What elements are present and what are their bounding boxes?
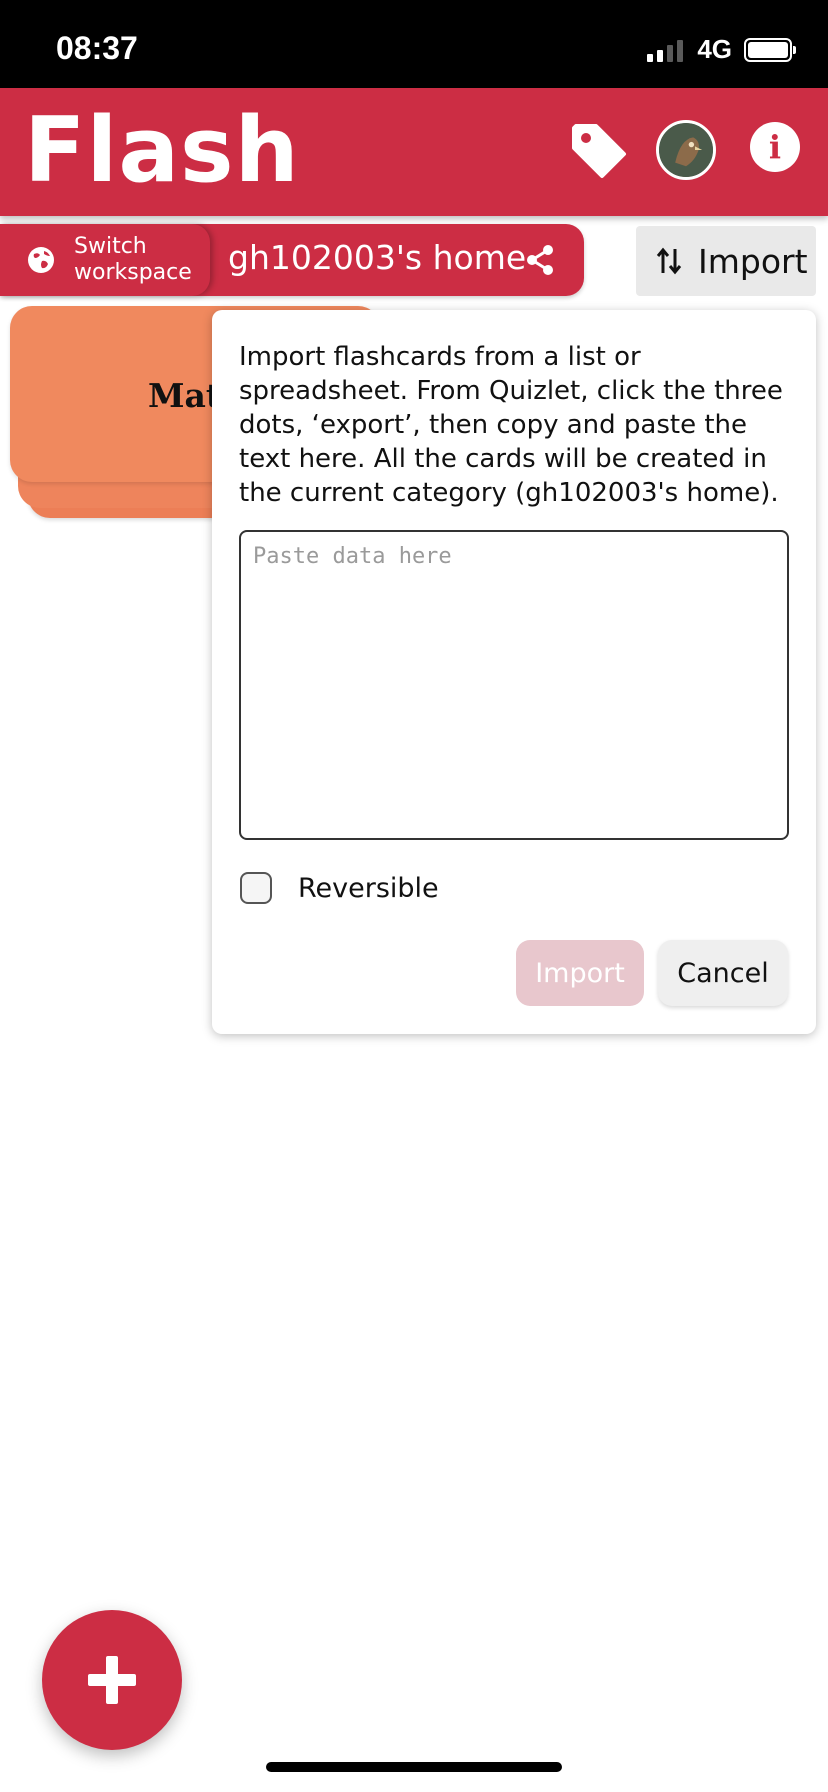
paste-data-input[interactable] — [239, 530, 789, 840]
add-card-button[interactable] — [42, 1610, 182, 1750]
workspace-name[interactable]: gh102003's home — [228, 238, 526, 277]
signal-icon — [647, 38, 684, 62]
workspace-pill: Switch workspace gh102003's home — [0, 224, 584, 296]
info-icon[interactable]: i — [750, 122, 800, 172]
reversible-option[interactable]: Reversible — [240, 872, 439, 904]
avatar[interactable] — [656, 120, 716, 180]
import-dialog: Import flashcards from a list or spreads… — [212, 310, 816, 1034]
home-indicator — [266, 1762, 562, 1772]
network-type: 4G — [697, 34, 732, 64]
flashcard-title: Mat — [148, 376, 222, 415]
swap-arrows-icon — [656, 247, 682, 275]
tag-icon[interactable] — [566, 118, 630, 182]
app-header: Flash i — [0, 88, 828, 216]
import-button[interactable]: Import — [636, 226, 816, 296]
toolbar: Switch workspace gh102003's home Import — [0, 224, 828, 300]
switch-workspace-label: Switch workspace — [74, 234, 192, 285]
app-title: Flash — [24, 98, 300, 203]
info-glyph: i — [768, 128, 782, 166]
reversible-label[interactable]: Reversible — [298, 873, 439, 904]
reversible-checkbox[interactable] — [240, 872, 272, 904]
status-indicators: 4G — [647, 34, 796, 65]
plus-icon — [88, 1656, 136, 1704]
import-submit-button[interactable]: Import — [516, 940, 644, 1006]
cancel-button[interactable]: Cancel — [658, 940, 788, 1006]
status-time: 08:37 — [56, 30, 138, 66]
battery-icon — [744, 37, 796, 62]
import-instructions: Import flashcards from a list or spreads… — [239, 342, 783, 508]
share-icon[interactable] — [524, 244, 556, 276]
globe-icon — [28, 247, 54, 273]
switch-workspace-button[interactable]: Switch workspace — [0, 224, 210, 296]
status-bar: 08:37 4G — [0, 0, 828, 88]
import-button-label: Import — [698, 241, 808, 281]
